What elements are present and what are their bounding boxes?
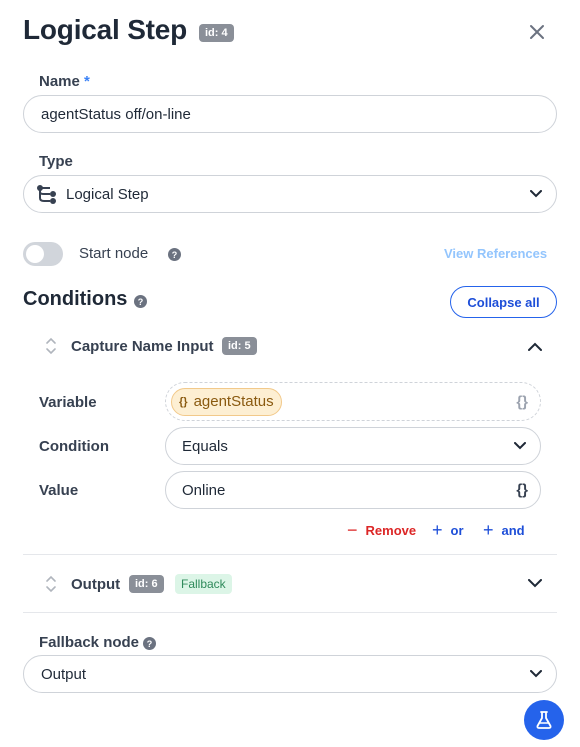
variable-input[interactable]: {} agentStatus {}: [165, 382, 541, 421]
drag-handle-icon[interactable]: [45, 337, 57, 355]
id-badge: id: 5: [222, 337, 257, 355]
braces-icon[interactable]: {}: [516, 482, 528, 499]
close-button[interactable]: [527, 22, 547, 42]
add-and-button[interactable]: + and: [483, 520, 525, 541]
variable-label: Variable: [39, 394, 97, 411]
value-input[interactable]: Online {}: [165, 471, 541, 509]
condition-select[interactable]: Equals: [165, 427, 541, 465]
chevron-down-icon: [530, 670, 542, 678]
name-label: Name *: [39, 73, 90, 90]
test-fab-button[interactable]: [524, 700, 564, 740]
fallback-node-select[interactable]: Output: [23, 655, 557, 693]
name-input-value: agentStatus off/on-line: [41, 105, 191, 123]
condition-block-title: Output: [71, 576, 121, 593]
collapse-all-button[interactable]: Collapse all: [450, 286, 557, 318]
variable-chip-label: agentStatus: [193, 393, 274, 410]
start-node-toggle[interactable]: [23, 242, 63, 266]
toggle-knob: [26, 245, 44, 263]
panel-title: Logical Step: [23, 14, 188, 45]
condition-block-title: Capture Name Input: [71, 338, 214, 355]
remove-label: Remove: [365, 523, 417, 538]
type-select-value: Logical Step: [66, 185, 149, 203]
conditions-title: Conditions: [23, 288, 128, 310]
braces-icon[interactable]: {}: [516, 393, 528, 410]
fallback-node-label: Fallback node: [39, 634, 140, 651]
view-references-link[interactable]: View References: [444, 246, 547, 261]
start-node-label: Start node: [79, 245, 149, 262]
chevron-down-icon[interactable]: [528, 579, 542, 588]
condition-select-value: Equals: [182, 437, 228, 455]
id-badge: id: 6: [129, 575, 164, 593]
remove-condition-button[interactable]: − Remove: [347, 520, 416, 541]
condition-label: Condition: [39, 438, 109, 455]
flask-icon: [536, 711, 552, 729]
chevron-down-icon: [514, 442, 526, 450]
type-label: Type: [39, 153, 73, 170]
close-icon: [530, 25, 544, 39]
variable-chip[interactable]: {} agentStatus: [171, 387, 282, 416]
id-badge: id: 4: [199, 24, 234, 42]
fallback-tag: Fallback: [175, 574, 232, 594]
drag-handle-icon[interactable]: [45, 575, 57, 593]
plus-icon: +: [483, 520, 494, 540]
and-label: and: [501, 523, 525, 538]
name-input[interactable]: agentStatus off/on-line: [23, 95, 557, 133]
flow-branch-icon: [37, 185, 56, 204]
type-select[interactable]: Logical Step: [23, 175, 557, 213]
help-icon[interactable]: ?: [143, 637, 156, 650]
divider: [23, 554, 557, 555]
fallback-node-value: Output: [41, 665, 87, 683]
chevron-down-icon: [530, 190, 542, 198]
add-or-button[interactable]: + or: [432, 520, 464, 541]
required-marker: *: [84, 73, 90, 90]
name-label-text: Name: [39, 73, 80, 90]
divider: [23, 612, 557, 613]
value-label: Value: [39, 482, 79, 499]
plus-icon: +: [432, 520, 443, 540]
help-icon[interactable]: ?: [168, 248, 181, 261]
chevron-up-icon[interactable]: [528, 342, 542, 351]
or-label: or: [450, 523, 464, 538]
minus-icon: −: [347, 520, 358, 540]
value-input-value: Online: [182, 481, 226, 499]
help-icon[interactable]: ?: [134, 295, 147, 308]
braces-icon: {}: [179, 395, 188, 408]
